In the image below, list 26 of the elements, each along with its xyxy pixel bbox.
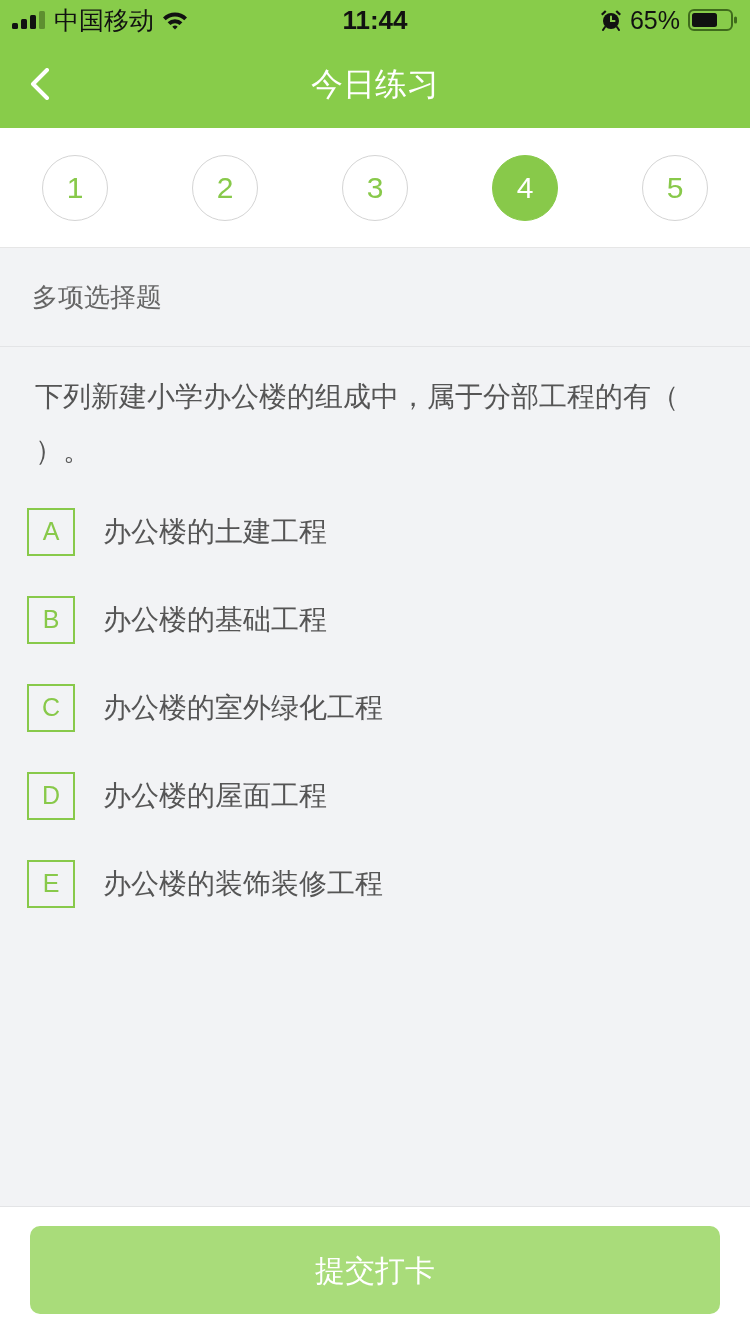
battery-icon <box>688 9 738 31</box>
page-title: 今日练习 <box>311 68 439 100</box>
question-number-tab[interactable]: 1 <box>42 154 108 221</box>
wifi-icon <box>162 10 188 30</box>
option-letter-box[interactable]: B <box>27 596 75 644</box>
status-time: 11:44 <box>342 7 408 33</box>
option-letter-box[interactable]: D <box>27 772 75 820</box>
signal-icon <box>12 11 46 29</box>
alarm-clock-icon <box>599 9 622 31</box>
option-text[interactable]: 办公楼的基础工程 <box>103 599 327 641</box>
option-text[interactable]: 办公楼的土建工程 <box>103 511 327 553</box>
question-number-tab[interactable]: 2 <box>192 154 258 221</box>
question-text: 下列新建小学办公楼的组成中，属于分部工程的有（）。 <box>35 380 680 468</box>
carrier-name: 中国移动 <box>54 7 154 33</box>
option-letter-box[interactable]: E <box>27 860 75 908</box>
option-letter-box[interactable]: A <box>27 508 75 556</box>
option-text[interactable]: 办公楼的屋面工程 <box>103 775 327 817</box>
question-number-tab[interactable]: 3 <box>342 154 408 221</box>
option-text[interactable]: 办公楼的室外绿化工程 <box>103 687 383 729</box>
battery-percent: 65% <box>629 7 680 33</box>
option-text[interactable]: 办公楼的装饰装修工程 <box>103 863 383 905</box>
question-number-tab[interactable]: 4 <box>492 154 558 221</box>
question-type-label: 多项选择题 <box>32 280 162 314</box>
option-letter-box[interactable]: C <box>27 684 75 732</box>
question-number-tab[interactable]: 5 <box>642 154 708 221</box>
back-chevron-icon[interactable] <box>30 68 50 100</box>
